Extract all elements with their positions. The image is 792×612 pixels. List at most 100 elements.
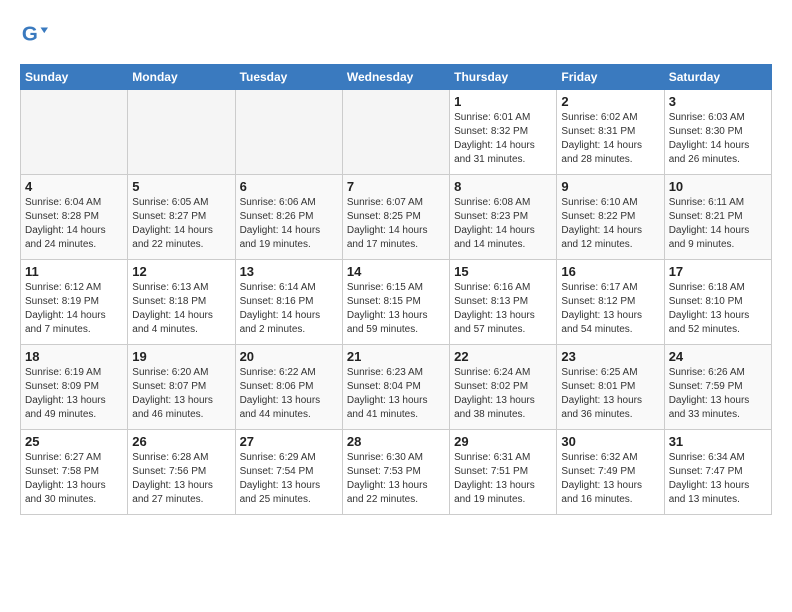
calendar-cell (21, 90, 128, 175)
calendar-cell: 19 Sunrise: 6:20 AM Sunset: 8:07 PM Dayl… (128, 345, 235, 430)
day-of-week-header: Sunday (21, 65, 128, 90)
day-of-week-header: Tuesday (235, 65, 342, 90)
day-number: 20 (240, 349, 338, 364)
cell-info: Sunrise: 6:20 AM Sunset: 8:07 PM Dayligh… (132, 366, 230, 422)
cell-info: Sunrise: 6:04 AM Sunset: 8:28 PM Dayligh… (25, 196, 123, 252)
cell-info: Sunrise: 6:12 AM Sunset: 8:19 PM Dayligh… (25, 281, 123, 337)
day-number: 24 (669, 349, 767, 364)
day-number: 17 (669, 264, 767, 279)
calendar-cell: 25 Sunrise: 6:27 AM Sunset: 7:58 PM Dayl… (21, 430, 128, 515)
day-number: 14 (347, 264, 445, 279)
cell-info: Sunrise: 6:05 AM Sunset: 8:27 PM Dayligh… (132, 196, 230, 252)
cell-info: Sunrise: 6:03 AM Sunset: 8:30 PM Dayligh… (669, 111, 767, 167)
cell-info: Sunrise: 6:34 AM Sunset: 7:47 PM Dayligh… (669, 451, 767, 507)
cell-info: Sunrise: 6:02 AM Sunset: 8:31 PM Dayligh… (561, 111, 659, 167)
calendar-week-row: 4 Sunrise: 6:04 AM Sunset: 8:28 PM Dayli… (21, 175, 772, 260)
cell-info: Sunrise: 6:16 AM Sunset: 8:13 PM Dayligh… (454, 281, 552, 337)
calendar-cell: 28 Sunrise: 6:30 AM Sunset: 7:53 PM Dayl… (342, 430, 449, 515)
day-number: 22 (454, 349, 552, 364)
day-of-week-header: Friday (557, 65, 664, 90)
calendar-cell: 4 Sunrise: 6:04 AM Sunset: 8:28 PM Dayli… (21, 175, 128, 260)
day-number: 7 (347, 179, 445, 194)
cell-info: Sunrise: 6:28 AM Sunset: 7:56 PM Dayligh… (132, 451, 230, 507)
cell-info: Sunrise: 6:08 AM Sunset: 8:23 PM Dayligh… (454, 196, 552, 252)
cell-info: Sunrise: 6:26 AM Sunset: 7:59 PM Dayligh… (669, 366, 767, 422)
day-number: 13 (240, 264, 338, 279)
cell-info: Sunrise: 6:10 AM Sunset: 8:22 PM Dayligh… (561, 196, 659, 252)
day-number: 15 (454, 264, 552, 279)
calendar-cell: 16 Sunrise: 6:17 AM Sunset: 8:12 PM Dayl… (557, 260, 664, 345)
day-number: 31 (669, 434, 767, 449)
cell-info: Sunrise: 6:25 AM Sunset: 8:01 PM Dayligh… (561, 366, 659, 422)
day-number: 16 (561, 264, 659, 279)
day-number: 19 (132, 349, 230, 364)
calendar-cell: 10 Sunrise: 6:11 AM Sunset: 8:21 PM Dayl… (664, 175, 771, 260)
day-number: 30 (561, 434, 659, 449)
cell-info: Sunrise: 6:01 AM Sunset: 8:32 PM Dayligh… (454, 111, 552, 167)
day-of-week-header: Monday (128, 65, 235, 90)
calendar-cell (235, 90, 342, 175)
day-number: 2 (561, 94, 659, 109)
day-number: 18 (25, 349, 123, 364)
day-number: 1 (454, 94, 552, 109)
calendar-cell: 29 Sunrise: 6:31 AM Sunset: 7:51 PM Dayl… (450, 430, 557, 515)
cell-info: Sunrise: 6:30 AM Sunset: 7:53 PM Dayligh… (347, 451, 445, 507)
calendar-cell: 9 Sunrise: 6:10 AM Sunset: 8:22 PM Dayli… (557, 175, 664, 260)
cell-info: Sunrise: 6:32 AM Sunset: 7:49 PM Dayligh… (561, 451, 659, 507)
day-number: 29 (454, 434, 552, 449)
day-number: 23 (561, 349, 659, 364)
cell-info: Sunrise: 6:23 AM Sunset: 8:04 PM Dayligh… (347, 366, 445, 422)
day-number: 26 (132, 434, 230, 449)
day-of-week-header: Saturday (664, 65, 771, 90)
cell-info: Sunrise: 6:31 AM Sunset: 7:51 PM Dayligh… (454, 451, 552, 507)
cell-info: Sunrise: 6:13 AM Sunset: 8:18 PM Dayligh… (132, 281, 230, 337)
cell-info: Sunrise: 6:29 AM Sunset: 7:54 PM Dayligh… (240, 451, 338, 507)
day-number: 3 (669, 94, 767, 109)
calendar-cell: 8 Sunrise: 6:08 AM Sunset: 8:23 PM Dayli… (450, 175, 557, 260)
day-number: 6 (240, 179, 338, 194)
calendar-cell: 13 Sunrise: 6:14 AM Sunset: 8:16 PM Dayl… (235, 260, 342, 345)
cell-info: Sunrise: 6:17 AM Sunset: 8:12 PM Dayligh… (561, 281, 659, 337)
day-number: 12 (132, 264, 230, 279)
calendar-cell: 14 Sunrise: 6:15 AM Sunset: 8:15 PM Dayl… (342, 260, 449, 345)
day-number: 8 (454, 179, 552, 194)
calendar-week-row: 1 Sunrise: 6:01 AM Sunset: 8:32 PM Dayli… (21, 90, 772, 175)
calendar-week-row: 25 Sunrise: 6:27 AM Sunset: 7:58 PM Dayl… (21, 430, 772, 515)
calendar-cell: 31 Sunrise: 6:34 AM Sunset: 7:47 PM Dayl… (664, 430, 771, 515)
cell-info: Sunrise: 6:18 AM Sunset: 8:10 PM Dayligh… (669, 281, 767, 337)
calendar-cell: 15 Sunrise: 6:16 AM Sunset: 8:13 PM Dayl… (450, 260, 557, 345)
cell-info: Sunrise: 6:11 AM Sunset: 8:21 PM Dayligh… (669, 196, 767, 252)
cell-info: Sunrise: 6:07 AM Sunset: 8:25 PM Dayligh… (347, 196, 445, 252)
calendar-cell: 12 Sunrise: 6:13 AM Sunset: 8:18 PM Dayl… (128, 260, 235, 345)
calendar-cell: 2 Sunrise: 6:02 AM Sunset: 8:31 PM Dayli… (557, 90, 664, 175)
svg-text:G: G (22, 23, 38, 46)
page-header: G (20, 20, 772, 48)
day-number: 4 (25, 179, 123, 194)
day-of-week-header: Thursday (450, 65, 557, 90)
day-number: 9 (561, 179, 659, 194)
calendar-header-row: SundayMondayTuesdayWednesdayThursdayFrid… (21, 65, 772, 90)
calendar-week-row: 18 Sunrise: 6:19 AM Sunset: 8:09 PM Dayl… (21, 345, 772, 430)
cell-info: Sunrise: 6:22 AM Sunset: 8:06 PM Dayligh… (240, 366, 338, 422)
calendar-cell: 7 Sunrise: 6:07 AM Sunset: 8:25 PM Dayli… (342, 175, 449, 260)
calendar-cell (342, 90, 449, 175)
cell-info: Sunrise: 6:19 AM Sunset: 8:09 PM Dayligh… (25, 366, 123, 422)
calendar-cell: 6 Sunrise: 6:06 AM Sunset: 8:26 PM Dayli… (235, 175, 342, 260)
calendar-cell: 1 Sunrise: 6:01 AM Sunset: 8:32 PM Dayli… (450, 90, 557, 175)
calendar-week-row: 11 Sunrise: 6:12 AM Sunset: 8:19 PM Dayl… (21, 260, 772, 345)
logo-icon: G (20, 20, 48, 48)
calendar-table: SundayMondayTuesdayWednesdayThursdayFrid… (20, 64, 772, 515)
cell-info: Sunrise: 6:15 AM Sunset: 8:15 PM Dayligh… (347, 281, 445, 337)
calendar-cell: 22 Sunrise: 6:24 AM Sunset: 8:02 PM Dayl… (450, 345, 557, 430)
calendar-cell: 3 Sunrise: 6:03 AM Sunset: 8:30 PM Dayli… (664, 90, 771, 175)
cell-info: Sunrise: 6:27 AM Sunset: 7:58 PM Dayligh… (25, 451, 123, 507)
calendar-cell: 26 Sunrise: 6:28 AM Sunset: 7:56 PM Dayl… (128, 430, 235, 515)
day-of-week-header: Wednesday (342, 65, 449, 90)
logo: G (20, 20, 52, 48)
calendar-cell: 30 Sunrise: 6:32 AM Sunset: 7:49 PM Dayl… (557, 430, 664, 515)
calendar-cell: 17 Sunrise: 6:18 AM Sunset: 8:10 PM Dayl… (664, 260, 771, 345)
day-number: 21 (347, 349, 445, 364)
calendar-cell: 5 Sunrise: 6:05 AM Sunset: 8:27 PM Dayli… (128, 175, 235, 260)
day-number: 27 (240, 434, 338, 449)
day-number: 11 (25, 264, 123, 279)
